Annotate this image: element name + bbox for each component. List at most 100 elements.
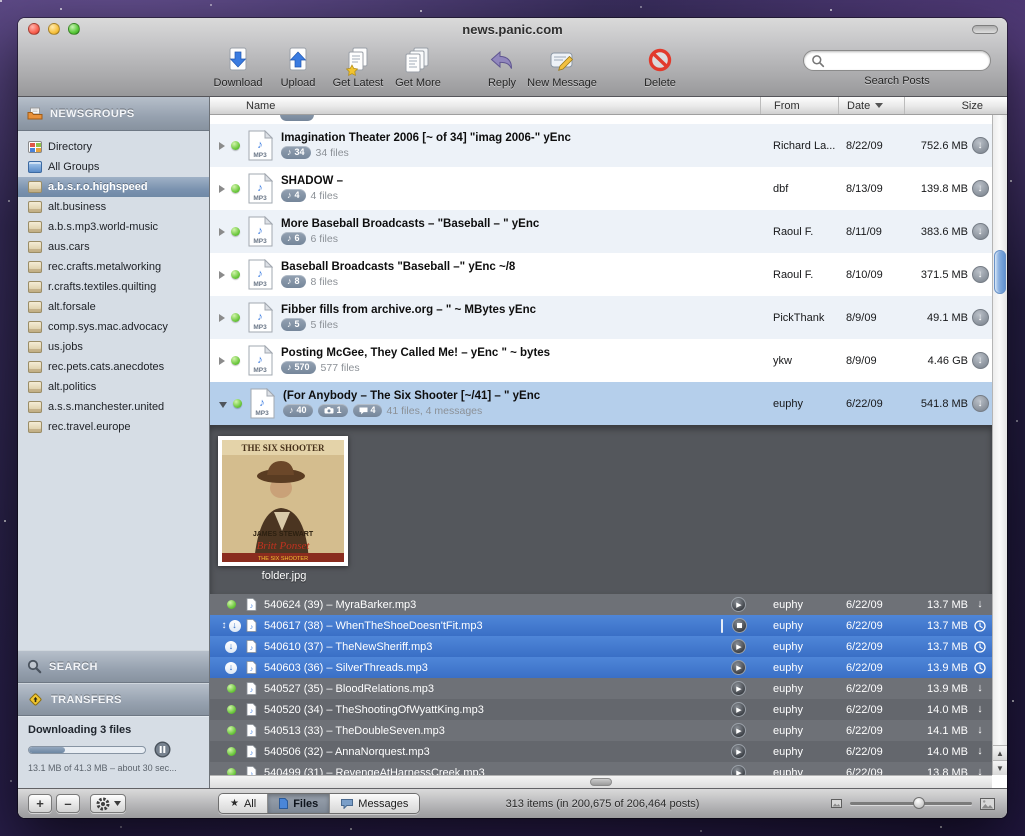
vertical-scrollbar-thumb[interactable] <box>994 250 1006 294</box>
downloaded-dot-icon <box>227 684 236 693</box>
sidebar-item-newsgroup[interactable]: All Groups <box>18 157 209 177</box>
newsgroup-icon <box>28 141 42 153</box>
sidebar-item-newsgroup[interactable]: Directory <box>18 137 209 157</box>
thread-row[interactable]: ♪MP3 Fibber fills from archive.org – " ~… <box>210 296 992 339</box>
close-button[interactable] <box>28 23 40 35</box>
file-row[interactable]: ↕ ↓ ♪ 540527 (35) – BloodRelations.mp3 <box>210 678 992 699</box>
reply-button[interactable]: Reply <box>472 45 532 89</box>
size-slider[interactable] <box>850 802 972 805</box>
column-header-name[interactable]: Name <box>210 97 760 114</box>
play-button[interactable] <box>731 597 746 612</box>
download-file-icon[interactable]: ↓ <box>977 599 983 610</box>
sidebar-item-newsgroup[interactable]: a.s.s.manchester.united <box>18 397 209 417</box>
sidebar-item-newsgroup[interactable]: alt.forsale <box>18 297 209 317</box>
sidebar-item-newsgroup[interactable]: rec.pets.cats.anecdotes <box>18 357 209 377</box>
file-row[interactable]: ↕ ↓ ♪ 540513 (33) – TheDoubleSeven.mp3 <box>210 720 992 741</box>
download-label: Download <box>214 77 263 89</box>
thread-row[interactable]: ♪MP3 Imagination Theater 2006 [~ of 34] … <box>210 124 992 167</box>
sidebar-item-newsgroup[interactable]: comp.sys.mac.advocacy <box>18 317 209 337</box>
sidebar-item-newsgroup[interactable]: a.b.s.r.o.highspeed <box>18 177 209 197</box>
column-header-date[interactable]: Date <box>838 97 904 114</box>
play-button[interactable] <box>731 723 746 738</box>
sidebar-item-newsgroup[interactable]: r.crafts.textiles.quilting <box>18 277 209 297</box>
scroll-up-arrow[interactable]: ▲ <box>993 745 1007 760</box>
disclosure-triangle-icon[interactable] <box>219 185 225 193</box>
filter-files-segment[interactable]: Files <box>267 794 329 813</box>
upload-button[interactable]: Upload <box>268 45 328 89</box>
thread-row[interactable]: ♪MP3 SHADOW – ♪4 4 files <box>210 167 992 210</box>
sidebar-item-newsgroup[interactable]: a.b.s.mp3.world-music <box>18 217 209 237</box>
search-section-header[interactable]: SEARCH <box>18 650 209 683</box>
get-latest-button[interactable]: Get Latest <box>328 45 388 89</box>
download-button[interactable]: Download <box>208 45 268 89</box>
horizontal-scrollbar-thumb[interactable] <box>590 778 612 786</box>
newsgroup-icon <box>28 361 42 373</box>
file-row[interactable]: ↕ ↓ ♪ 540506 (32) – AnnaNorquest.mp3 <box>210 741 992 762</box>
download-thread-button[interactable]: ↓ <box>972 309 989 326</box>
filter-messages-segment[interactable]: Messages <box>329 794 419 813</box>
play-button[interactable] <box>731 744 746 759</box>
thread-row[interactable]: ♪MP3 Posting McGee, They Called Me! – yE… <box>210 339 992 382</box>
download-thread-button[interactable]: ↓ <box>972 395 989 412</box>
toolbar-toggle-capsule[interactable] <box>972 25 998 34</box>
scroll-down-arrow[interactable]: ▼ <box>993 760 1007 775</box>
minimize-button[interactable] <box>48 23 60 35</box>
search-input[interactable] <box>829 53 990 69</box>
download-thread-button[interactable]: ↓ <box>972 352 989 369</box>
pause-transfers-button[interactable] <box>154 741 171 758</box>
file-row[interactable]: ↕ ↓ ♪ 540520 (34) – TheShootingOfWyattKi… <box>210 699 992 720</box>
size-slider-thumb[interactable] <box>913 797 925 809</box>
download-file-icon[interactable]: ↓ <box>977 746 983 757</box>
get-more-button[interactable]: Get More <box>388 45 448 89</box>
thread-row[interactable]: ♪MP3 (For Anybody – The Six Shooter [~/4… <box>210 382 992 425</box>
sidebar-item-newsgroup[interactable]: us.jobs <box>18 337 209 357</box>
file-row[interactable]: ↕ ↓ ♪ 540624 (39) – MyraBarker.mp3 <box>210 594 992 615</box>
play-button[interactable] <box>731 702 746 717</box>
zoom-button[interactable] <box>68 23 80 35</box>
horizontal-scrollbar[interactable] <box>210 775 992 788</box>
folder-jpg-thumbnail[interactable]: THE SIX SHOOTER JAMES STEWART Britt Pons… <box>218 436 348 566</box>
titlebar[interactable]: news.panic.com <box>18 18 1007 40</box>
disclosure-triangle-icon[interactable] <box>219 142 225 150</box>
column-header-from[interactable]: From <box>760 97 838 114</box>
sidebar-item-newsgroup[interactable]: rec.travel.europe <box>18 417 209 437</box>
remove-group-button[interactable]: – <box>56 794 80 813</box>
download-thread-button[interactable]: ↓ <box>972 137 989 154</box>
play-button[interactable] <box>731 660 746 675</box>
download-thread-button[interactable]: ↓ <box>972 223 989 240</box>
file-row[interactable]: ↕ ↓ ♪ 540610 (37) – TheNewSheriff.mp3 <box>210 636 992 657</box>
newsgroups-section-header[interactable]: NEWSGROUPS <box>18 97 209 131</box>
file-row[interactable]: ↕ ↓ ♪ 540603 (36) – SilverThreads.mp3 <box>210 657 992 678</box>
sidebar-item-newsgroup[interactable]: alt.politics <box>18 377 209 397</box>
download-file-icon[interactable]: ↓ <box>977 683 983 694</box>
add-group-button[interactable]: + <box>28 794 52 813</box>
newsgroup-icon <box>28 281 42 293</box>
thread-row[interactable]: ♪MP3 More Baseball Broadcasts – "Basebal… <box>210 210 992 253</box>
disclosure-triangle-icon[interactable] <box>219 314 225 322</box>
transfers-section-header[interactable]: TRANSFERS <box>18 683 209 716</box>
disclosure-triangle-icon[interactable] <box>219 357 225 365</box>
file-row[interactable]: ↕ ↓ ♪ 540617 (38) – WhenTheShoeDoesn'tFi… <box>210 615 992 636</box>
disclosure-triangle-icon[interactable] <box>219 271 225 279</box>
sidebar-item-newsgroup[interactable]: rec.crafts.metalworking <box>18 257 209 277</box>
sidebar-item-newsgroup[interactable]: alt.business <box>18 197 209 217</box>
stop-download-button[interactable] <box>732 618 747 633</box>
delete-button[interactable]: Delete <box>630 45 690 89</box>
search-field[interactable] <box>803 50 991 71</box>
thread-row[interactable]: ♪MP3 Baseball Broadcasts "Baseball –" yE… <box>210 253 992 296</box>
filter-all-segment[interactable]: ★ All <box>219 794 267 813</box>
vertical-scrollbar[interactable]: ▲ ▼ <box>992 115 1007 775</box>
download-thread-button[interactable]: ↓ <box>972 180 989 197</box>
sidebar-spacer <box>18 437 209 650</box>
sidebar-item-newsgroup[interactable]: aus.cars <box>18 237 209 257</box>
play-button[interactable] <box>731 639 746 654</box>
download-file-icon[interactable]: ↓ <box>977 725 983 736</box>
column-header-size[interactable]: Size <box>904 97 1007 114</box>
download-thread-button[interactable]: ↓ <box>972 266 989 283</box>
disclosure-triangle-icon[interactable] <box>219 228 225 236</box>
action-menu-button[interactable] <box>90 794 126 813</box>
play-button[interactable] <box>731 681 746 696</box>
download-file-icon[interactable]: ↓ <box>977 704 983 715</box>
new-message-button[interactable]: New Message <box>532 45 592 89</box>
disclosure-triangle-icon[interactable] <box>219 402 227 408</box>
